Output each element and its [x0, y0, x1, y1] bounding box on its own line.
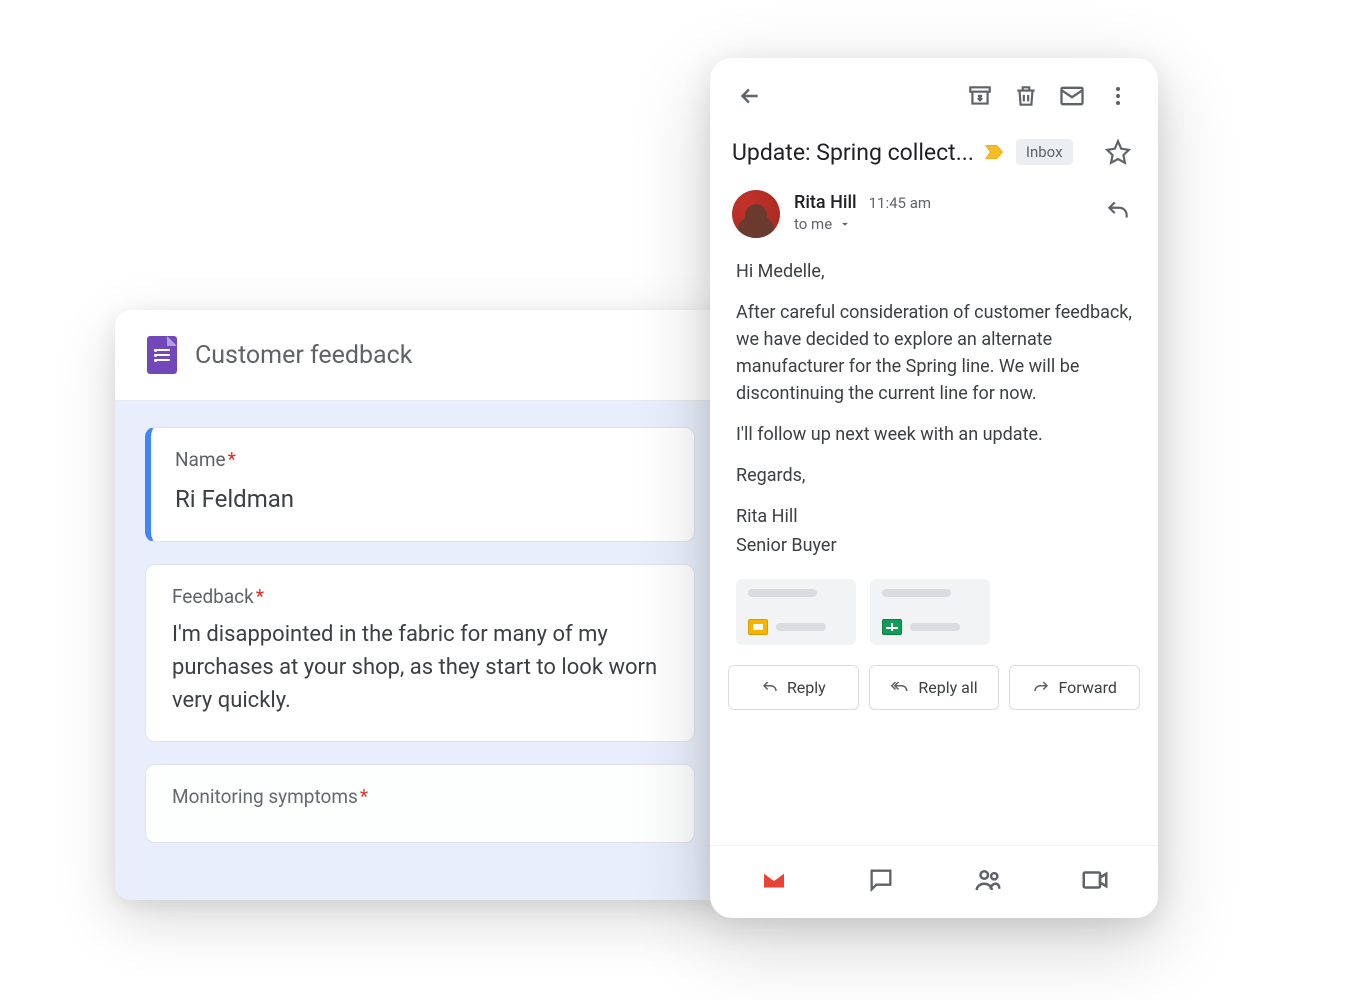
gmail-toolbar	[710, 58, 1158, 126]
inbox-chip[interactable]: Inbox	[1016, 139, 1073, 165]
form-field-feedback[interactable]: Feedback* I'm disappointed in the fabric…	[145, 564, 695, 742]
avatar[interactable]	[732, 190, 780, 238]
field-label: Name*	[175, 448, 668, 471]
email-subject: Update: Spring collect...	[732, 139, 974, 166]
forms-card: Customer feedback Name* Ri Feldman Feedb…	[115, 310, 725, 900]
attachment-sheets[interactable]	[870, 579, 990, 645]
forms-header: Customer feedback	[115, 310, 725, 401]
nav-spaces[interactable]	[968, 860, 1008, 900]
email-greeting: Hi Medelle,	[736, 258, 1132, 285]
sheets-icon	[882, 619, 902, 635]
reply-button[interactable]: Reply	[728, 665, 859, 710]
more-icon[interactable]	[1100, 78, 1136, 114]
bottom-nav	[710, 845, 1158, 918]
field-value[interactable]: I'm disappointed in the fabric for many …	[172, 618, 668, 717]
field-label: Monitoring symptoms*	[172, 785, 668, 808]
email-paragraph: After careful consideration of customer …	[736, 299, 1132, 407]
forward-button[interactable]: Forward	[1009, 665, 1140, 710]
field-label: Feedback*	[172, 585, 668, 608]
archive-icon[interactable]	[962, 78, 998, 114]
forms-body: Name* Ri Feldman Feedback* I'm disappoin…	[115, 401, 725, 900]
reply-icon[interactable]	[1100, 190, 1136, 226]
email-closing: Regards,	[736, 462, 1132, 489]
action-buttons: Reply Reply all Forward	[710, 659, 1158, 722]
chevron-down-icon	[838, 217, 852, 231]
google-forms-icon	[147, 336, 177, 374]
form-field-name[interactable]: Name* Ri Feldman	[145, 427, 695, 542]
attachment-slides[interactable]	[736, 579, 856, 645]
signature-name: Rita Hill	[736, 503, 1132, 530]
back-icon[interactable]	[732, 78, 768, 114]
reply-all-button[interactable]: Reply all	[869, 665, 1000, 710]
slides-icon	[748, 619, 768, 635]
sender-row: Rita Hill 11:45 am to me	[710, 184, 1158, 248]
email-paragraph: I'll follow up next week with an update.	[736, 421, 1132, 448]
email-body: Hi Medelle, After careful consideration …	[710, 248, 1158, 573]
subject-row: Update: Spring collect... Inbox	[710, 126, 1158, 184]
sender-name: Rita Hill	[794, 192, 857, 213]
attachments	[710, 573, 1158, 659]
mail-icon[interactable]	[1054, 78, 1090, 114]
signature-title: Senior Buyer	[736, 532, 1132, 559]
forms-title: Customer feedback	[195, 341, 412, 370]
importance-marker-icon[interactable]	[984, 143, 1006, 161]
sender-time: 11:45 am	[869, 194, 931, 212]
star-icon[interactable]	[1100, 134, 1136, 170]
gmail-card: Update: Spring collect... Inbox Rita Hil…	[710, 58, 1158, 918]
field-value[interactable]: Ri Feldman	[175, 481, 668, 517]
delete-icon[interactable]	[1008, 78, 1044, 114]
nav-mail[interactable]	[754, 860, 794, 900]
recipient-dropdown[interactable]: to me	[794, 215, 1086, 233]
form-field-monitoring[interactable]: Monitoring symptoms*	[145, 764, 695, 843]
nav-meet[interactable]	[1075, 860, 1115, 900]
nav-chat[interactable]	[861, 860, 901, 900]
